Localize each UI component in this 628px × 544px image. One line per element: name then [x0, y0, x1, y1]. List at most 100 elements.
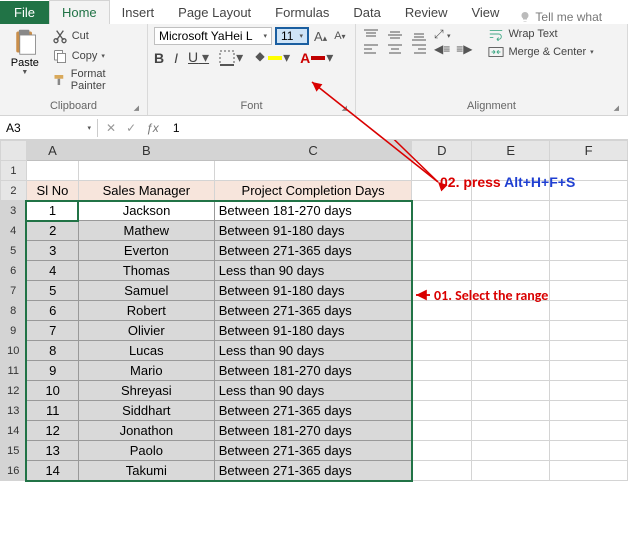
wrap-text-button[interactable]: Wrap Text: [488, 27, 593, 41]
format-painter-button[interactable]: Format Painter: [50, 67, 141, 93]
tab-formulas[interactable]: Formulas: [263, 1, 341, 24]
cell[interactable]: Olivier: [78, 321, 214, 341]
cell[interactable]: Between 91-180 days: [214, 221, 412, 241]
row-header[interactable]: 4: [1, 221, 27, 241]
underline-button[interactable]: U ▾: [188, 49, 209, 66]
align-top-button[interactable]: [362, 28, 380, 42]
select-all-corner[interactable]: [1, 141, 27, 161]
align-bottom-button[interactable]: [410, 28, 428, 42]
font-color-button[interactable]: A▾: [300, 49, 333, 66]
paste-button[interactable]: Paste ▼: [6, 27, 44, 98]
row-header[interactable]: 6: [1, 261, 27, 281]
cut-button[interactable]: Cut: [50, 27, 141, 45]
increase-font-button[interactable]: A▴: [312, 29, 329, 44]
cell[interactable]: 9: [26, 361, 78, 381]
cell[interactable]: Shreyasi: [78, 381, 214, 401]
cell[interactable]: Robert: [78, 301, 214, 321]
formula-input[interactable]: [167, 119, 628, 137]
cell[interactable]: 11: [26, 401, 78, 421]
cell[interactable]: Jonathon: [78, 421, 214, 441]
row-header[interactable]: 1: [1, 161, 27, 181]
orientation-button[interactable]: ⤢ ▾: [434, 27, 450, 42]
name-box[interactable]: A3▾: [0, 119, 98, 137]
row-header[interactable]: 7: [1, 281, 27, 301]
tab-insert[interactable]: Insert: [110, 1, 167, 24]
increase-indent-button[interactable]: ≡▶: [456, 42, 472, 56]
row-header[interactable]: 2: [1, 181, 27, 201]
cell[interactable]: 5: [26, 281, 78, 301]
fill-color-button[interactable]: ▾: [253, 49, 290, 66]
cell[interactable]: Between 181-270 days: [214, 201, 412, 221]
col-header[interactable]: C: [214, 141, 412, 161]
fx-icon[interactable]: ƒx: [146, 121, 159, 135]
cell[interactable]: 8: [26, 341, 78, 361]
cell[interactable]: Between 91-180 days: [214, 281, 412, 301]
cell[interactable]: Everton: [78, 241, 214, 261]
copy-button[interactable]: Copy ▾: [50, 47, 141, 65]
cell[interactable]: Less than 90 days: [214, 381, 412, 401]
accept-formula-button[interactable]: ✓: [126, 121, 136, 135]
tab-file[interactable]: File: [0, 1, 49, 24]
align-center-button[interactable]: [386, 42, 404, 56]
col-header[interactable]: A: [26, 141, 78, 161]
cell[interactable]: Takumi: [78, 461, 214, 481]
tab-view[interactable]: View: [459, 1, 511, 24]
cell[interactable]: 4: [26, 261, 78, 281]
cell[interactable]: 10: [26, 381, 78, 401]
row-header[interactable]: 5: [1, 241, 27, 261]
cell[interactable]: Mario: [78, 361, 214, 381]
cell[interactable]: Between 271-365 days: [214, 241, 412, 261]
cell[interactable]: Less than 90 days: [214, 261, 412, 281]
row-header[interactable]: 14: [1, 421, 27, 441]
row-header[interactable]: 13: [1, 401, 27, 421]
tab-pagelayout[interactable]: Page Layout: [166, 1, 263, 24]
col-header[interactable]: F: [550, 141, 628, 161]
cancel-formula-button[interactable]: ✕: [106, 121, 116, 135]
cell[interactable]: Between 271-365 days: [214, 401, 412, 421]
cell[interactable]: Lucas: [78, 341, 214, 361]
align-right-button[interactable]: [410, 42, 428, 56]
cell[interactable]: 3: [26, 241, 78, 261]
bold-button[interactable]: B: [154, 50, 164, 66]
border-button[interactable]: ▾: [219, 49, 243, 66]
cell[interactable]: 6: [26, 301, 78, 321]
cell[interactable]: Sales Manager: [78, 181, 214, 201]
cell[interactable]: Between 271-365 days: [214, 461, 412, 481]
row-header[interactable]: 11: [1, 361, 27, 381]
col-header[interactable]: D: [412, 141, 472, 161]
cell[interactable]: Between 271-365 days: [214, 301, 412, 321]
align-middle-button[interactable]: [386, 28, 404, 42]
cell[interactable]: 1: [26, 201, 78, 221]
col-header[interactable]: B: [78, 141, 214, 161]
cell[interactable]: Jackson: [78, 201, 214, 221]
cell[interactable]: Between 91-180 days: [214, 321, 412, 341]
cell[interactable]: 2: [26, 221, 78, 241]
row-header[interactable]: 9: [1, 321, 27, 341]
italic-button[interactable]: I: [174, 50, 178, 66]
font-size-select[interactable]: 11▾: [275, 27, 309, 45]
row-header[interactable]: 16: [1, 461, 27, 481]
cell[interactable]: Siddhart: [78, 401, 214, 421]
tellme[interactable]: Tell me what: [519, 10, 602, 24]
decrease-font-button[interactable]: A▾: [332, 30, 347, 42]
cell[interactable]: 13: [26, 441, 78, 461]
row-header[interactable]: 3: [1, 201, 27, 221]
cell[interactable]: Between 181-270 days: [214, 421, 412, 441]
cell[interactable]: Less than 90 days: [214, 341, 412, 361]
tab-data[interactable]: Data: [341, 1, 392, 24]
row-header[interactable]: 8: [1, 301, 27, 321]
cell[interactable]: 7: [26, 321, 78, 341]
cell[interactable]: 14: [26, 461, 78, 481]
cell[interactable]: Between 181-270 days: [214, 361, 412, 381]
font-name-select[interactable]: Microsoft YaHei L▾: [154, 27, 272, 45]
row-header[interactable]: 10: [1, 341, 27, 361]
cell[interactable]: Paolo: [78, 441, 214, 461]
merge-center-button[interactable]: Merge & Center ▾: [488, 45, 593, 59]
tab-review[interactable]: Review: [393, 1, 460, 24]
col-header[interactable]: E: [472, 141, 550, 161]
cell[interactable]: Mathew: [78, 221, 214, 241]
cell[interactable]: 12: [26, 421, 78, 441]
cell[interactable]: Thomas: [78, 261, 214, 281]
cell[interactable]: Between 271-365 days: [214, 441, 412, 461]
cell[interactable]: Project Completion Days: [214, 181, 412, 201]
